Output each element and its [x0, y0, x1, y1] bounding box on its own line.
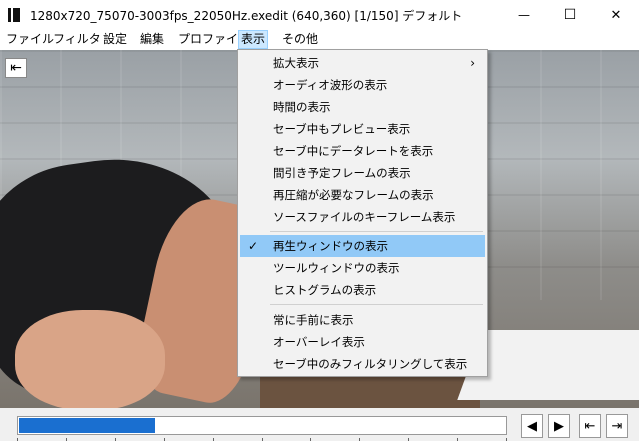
- close-button[interactable]: ✕: [593, 0, 639, 30]
- menu-item-time[interactable]: 時間の表示: [240, 96, 485, 118]
- prev-frame-button[interactable]: ◀: [521, 414, 543, 438]
- menu-item-overlay[interactable]: オーバーレイ表示: [240, 331, 485, 353]
- menu-view[interactable]: 表示: [238, 30, 269, 49]
- menu-bar: ファイル フィルタ 設定 編集 プロファイル 表示 その他: [0, 30, 639, 49]
- menu-settings[interactable]: 設定: [101, 30, 129, 49]
- title-bar: 1280x720_75070-3003fps_22050Hz.exedit (6…: [0, 0, 639, 30]
- minimize-icon: —: [518, 8, 530, 22]
- preview-back-button[interactable]: ⇤: [5, 58, 27, 78]
- menu-item-histogram[interactable]: ヒストグラムの表示: [240, 279, 485, 301]
- chevron-right-icon: ›: [470, 56, 475, 70]
- menu-edit[interactable]: 編集: [138, 30, 166, 49]
- go-start-button[interactable]: ⇤: [579, 414, 601, 438]
- window-title: 1280x720_75070-3003fps_22050Hz.exedit (6…: [30, 9, 463, 23]
- menu-item-source-keyframes[interactable]: ソースファイルのキーフレーム表示: [240, 206, 485, 228]
- step-forward-icon: ▶: [554, 418, 564, 434]
- menu-item-recompress-frames[interactable]: 再圧縮が必要なフレームの表示: [240, 184, 485, 206]
- arrow-to-left-icon: ⇤: [10, 60, 22, 76]
- menu-separator: [270, 231, 483, 232]
- menu-item-zoom[interactable]: 拡大表示 ›: [240, 52, 485, 74]
- step-back-icon: ◀: [527, 418, 537, 434]
- view-menu-dropdown: 拡大表示 › オーディオ波形の表示 時間の表示 セーブ中もプレビュー表示 セーブ…: [237, 49, 488, 377]
- menu-other[interactable]: その他: [280, 30, 320, 49]
- menu-separator: [270, 304, 483, 305]
- menu-file[interactable]: ファイル: [4, 30, 56, 49]
- menu-item-datarate-while-saving[interactable]: セーブ中にデータレートを表示: [240, 140, 485, 162]
- menu-item-always-on-top[interactable]: 常に手前に表示: [240, 309, 485, 331]
- app-icon: [8, 8, 20, 22]
- skip-to-start-icon: ⇤: [584, 418, 596, 434]
- checkmark-icon: ✓: [248, 239, 259, 253]
- menu-filter[interactable]: フィルタ: [51, 30, 103, 49]
- skip-to-end-icon: ⇥: [611, 418, 623, 434]
- minimize-button[interactable]: —: [501, 0, 547, 30]
- menu-item-audio-waveform[interactable]: オーディオ波形の表示: [240, 74, 485, 96]
- preview-hand: [15, 310, 165, 408]
- menu-item-playback-window[interactable]: ✓ 再生ウィンドウの表示: [240, 235, 485, 257]
- maximize-button[interactable]: ☐: [547, 0, 593, 30]
- playback-controls: ◀ ▶ ⇤ ⇥: [0, 408, 639, 441]
- menu-item-decimated-frames[interactable]: 間引き予定フレームの表示: [240, 162, 485, 184]
- go-end-button[interactable]: ⇥: [606, 414, 628, 438]
- seek-bar[interactable]: [17, 416, 507, 435]
- maximize-icon: ☐: [563, 7, 577, 23]
- menu-item-tool-window[interactable]: ツールウィンドウの表示: [240, 257, 485, 279]
- seek-bar-fill: [19, 418, 155, 433]
- menu-item-preview-while-saving[interactable]: セーブ中もプレビュー表示: [240, 118, 485, 140]
- next-frame-button[interactable]: ▶: [548, 414, 570, 438]
- close-icon: ✕: [610, 7, 622, 23]
- menu-item-filter-while-saving[interactable]: セーブ中のみフィルタリングして表示: [240, 353, 485, 375]
